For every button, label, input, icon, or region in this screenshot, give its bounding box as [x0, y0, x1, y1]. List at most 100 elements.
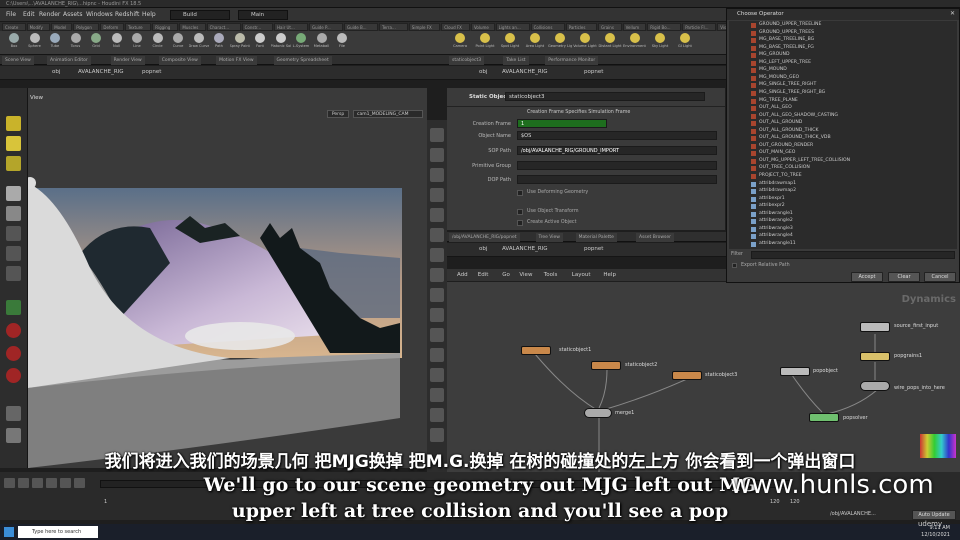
- shelf-tool-2[interactable]: Tube: [45, 33, 65, 53]
- menu-redshift[interactable]: Redshift: [115, 11, 139, 18]
- shelf-tool-1[interactable]: Sphere: [25, 33, 45, 53]
- tree-item-0[interactable]: GROUND_UPPER_TREELINE: [759, 22, 821, 27]
- shelf-tool-5[interactable]: Null: [107, 33, 127, 53]
- prim-number-icon[interactable]: [430, 348, 444, 362]
- persp-menu[interactable]: Persp: [327, 110, 349, 118]
- shaded-icon[interactable]: [430, 168, 444, 182]
- select-tool-icon[interactable]: [6, 116, 21, 131]
- ghost-icon[interactable]: [430, 188, 444, 202]
- shelf-tab-14[interactable]: Simple FX: [408, 23, 441, 31]
- param-path-obj[interactable]: obj: [479, 69, 487, 75]
- tree-item-10[interactable]: MG_TREE_PLANE: [759, 98, 798, 103]
- shelf-tab-9[interactable]: Constr...: [241, 23, 273, 31]
- scene-tab-4[interactable]: Motion FX View: [216, 56, 257, 65]
- staticobject2-node[interactable]: [591, 361, 621, 370]
- tree-item-4[interactable]: MG_GROUND: [759, 52, 790, 57]
- sop-path-field[interactable]: /obj/AVALANCHE_RIG/GROUND_IMPORT: [517, 146, 717, 155]
- tree-item-16[interactable]: OUT_GROUND_RENDER: [759, 143, 813, 148]
- light-tool-0[interactable]: Camera: [448, 33, 472, 53]
- light-tool-8[interactable]: Sky Light: [648, 33, 672, 53]
- shelf-tab-6[interactable]: Rigging: [152, 23, 179, 31]
- camera-view-icon[interactable]: [430, 228, 444, 242]
- shelf-tab-2[interactable]: Model: [51, 23, 73, 31]
- cancel-button[interactable]: Cancel: [924, 272, 956, 282]
- param-path-rig[interactable]: AVALANCHE_RIG: [502, 69, 548, 75]
- tree-item-17[interactable]: OUT_MAIN_GEO: [759, 150, 795, 155]
- shelf-tool-12[interactable]: Font: [250, 33, 270, 53]
- move-tool-icon[interactable]: [6, 136, 21, 151]
- light-tool-2[interactable]: Spot Light: [498, 33, 522, 53]
- param-path-node[interactable]: popnet: [584, 69, 603, 75]
- flipbook-icon[interactable]: [430, 428, 444, 442]
- scene-tab-0[interactable]: Scene View: [2, 56, 34, 65]
- tree-item-19[interactable]: OUT_TREE_COLLISION: [759, 165, 810, 170]
- menu-render[interactable]: Render: [39, 11, 60, 18]
- tree-item-21[interactable]: attribdrawmap1: [759, 181, 796, 186]
- point-display-icon[interactable]: [430, 268, 444, 282]
- shelf-tool-15[interactable]: Metaball: [312, 33, 332, 53]
- shelf-tab-3[interactable]: Polygon: [73, 23, 100, 31]
- uv-icon[interactable]: [430, 328, 444, 342]
- count-icon[interactable]: [430, 368, 444, 382]
- light-tool-5[interactable]: Volume Light: [573, 33, 597, 53]
- network-menu-0[interactable]: Add: [457, 272, 468, 278]
- shelf-tool-7[interactable]: Circle: [148, 33, 168, 53]
- network-tab-2[interactable]: Material Palette: [575, 233, 617, 242]
- shelf-tab-4[interactable]: Deform: [100, 23, 124, 31]
- display-icon[interactable]: [6, 406, 21, 421]
- tree-item-3[interactable]: MG_BASE_TREELINE_FG: [759, 45, 814, 50]
- snap-grid-icon[interactable]: [6, 368, 21, 383]
- tree-item-14[interactable]: OUT_ALL_GROUND_THICK: [759, 128, 818, 133]
- shelf-tool-16[interactable]: File: [332, 33, 352, 53]
- shelf-tab-0[interactable]: Create: [2, 23, 26, 31]
- filter-input[interactable]: [751, 251, 955, 259]
- close-icon[interactable]: ✕: [950, 10, 955, 17]
- network-menu-3[interactable]: View: [519, 272, 532, 278]
- rotate-tool-icon[interactable]: [6, 156, 21, 171]
- shelf-tab-11[interactable]: Guide P...: [309, 23, 343, 31]
- shelf-tool-0[interactable]: Box: [4, 33, 24, 53]
- shelf-tab-1[interactable]: Modify: [26, 23, 51, 31]
- light-tool-7[interactable]: Environment Light: [623, 33, 647, 53]
- tree-item-8[interactable]: MG_SINGLE_TREE_RIGHT: [759, 82, 816, 87]
- magnet-icon[interactable]: [6, 323, 21, 338]
- shelf-tab-13[interactable]: Terra...: [379, 23, 408, 31]
- net-path-node[interactable]: popnet: [584, 246, 603, 252]
- shelf-tool-14[interactable]: L-System: [291, 33, 311, 53]
- shelf-tab-17[interactable]: Lights an...: [495, 23, 530, 31]
- pose-icon[interactable]: [6, 246, 21, 261]
- peak-icon[interactable]: [6, 300, 21, 315]
- shelf-tab-15[interactable]: Cloud FX: [441, 23, 470, 31]
- light-tool-4[interactable]: Geometry Light: [548, 33, 572, 53]
- shelf-tab-19[interactable]: Particles: [565, 23, 597, 31]
- tree-item-24[interactable]: attribexpr2: [759, 203, 785, 208]
- wireframe-icon[interactable]: [430, 148, 444, 162]
- staticobject3-node[interactable]: [672, 371, 702, 380]
- tree-item-27[interactable]: attribwrangle3: [759, 226, 793, 231]
- shelf-tab-5[interactable]: Texture: [125, 23, 152, 31]
- shelf-tab-10[interactable]: Hair Ut...: [274, 23, 308, 31]
- tree-item-2[interactable]: MG_BASE_TREELINE_BG: [759, 37, 814, 42]
- normal-display-icon[interactable]: [430, 288, 444, 302]
- popsolver-node[interactable]: [809, 413, 839, 422]
- node-name-field[interactable]: staticobject3: [505, 92, 705, 101]
- shelf-tool-10[interactable]: Path: [209, 33, 229, 53]
- shelf-tab-12[interactable]: Guide B...: [344, 23, 378, 31]
- tree-item-5[interactable]: MG_LEFT_UPPER_TREE: [759, 60, 811, 65]
- network-editor[interactable]: Dynamics staticobject1 staticobject2 sta…: [447, 282, 960, 472]
- tree-item-20[interactable]: PROJECT_TO_TREE: [759, 173, 802, 178]
- creation-frame-field[interactable]: 1: [517, 119, 607, 128]
- pointer-icon[interactable]: [6, 186, 21, 201]
- shelf-tool-11[interactable]: Spray Paint: [230, 33, 250, 53]
- wire-pops-node[interactable]: [860, 381, 890, 391]
- shelf-tab-18[interactable]: Collisions: [530, 23, 565, 31]
- tree-item-9[interactable]: MG_SINGLE_TREE_RIGHT_BG: [759, 90, 825, 95]
- tree-item-25[interactable]: attribwrangle1: [759, 211, 793, 216]
- merge1-node[interactable]: [584, 408, 612, 418]
- path-node[interactable]: popnet: [142, 69, 161, 75]
- tree-item-23[interactable]: attribexpr1: [759, 196, 785, 201]
- shelf-tool-4[interactable]: Grid: [86, 33, 106, 53]
- snapshot-icon[interactable]: [430, 408, 444, 422]
- shelf-tab-7[interactable]: Muscles: [179, 23, 206, 31]
- scene-tab-5[interactable]: Geometry Spreadsheet: [273, 56, 332, 65]
